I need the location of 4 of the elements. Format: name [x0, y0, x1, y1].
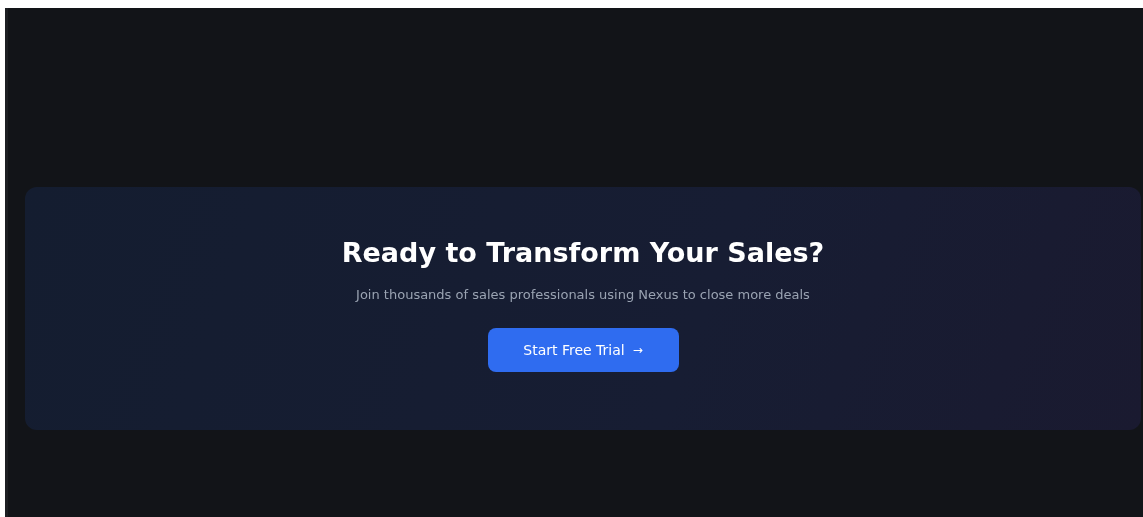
- cta-title: Ready to Transform Your Sales?: [341, 236, 825, 270]
- cta-subtitle: Join thousands of sales professionals using Nexus to close more deals: [356, 286, 810, 304]
- arrow-icon: →: [632, 343, 643, 357]
- start-trial-button[interactable]: Start Free Trial →: [487, 328, 679, 372]
